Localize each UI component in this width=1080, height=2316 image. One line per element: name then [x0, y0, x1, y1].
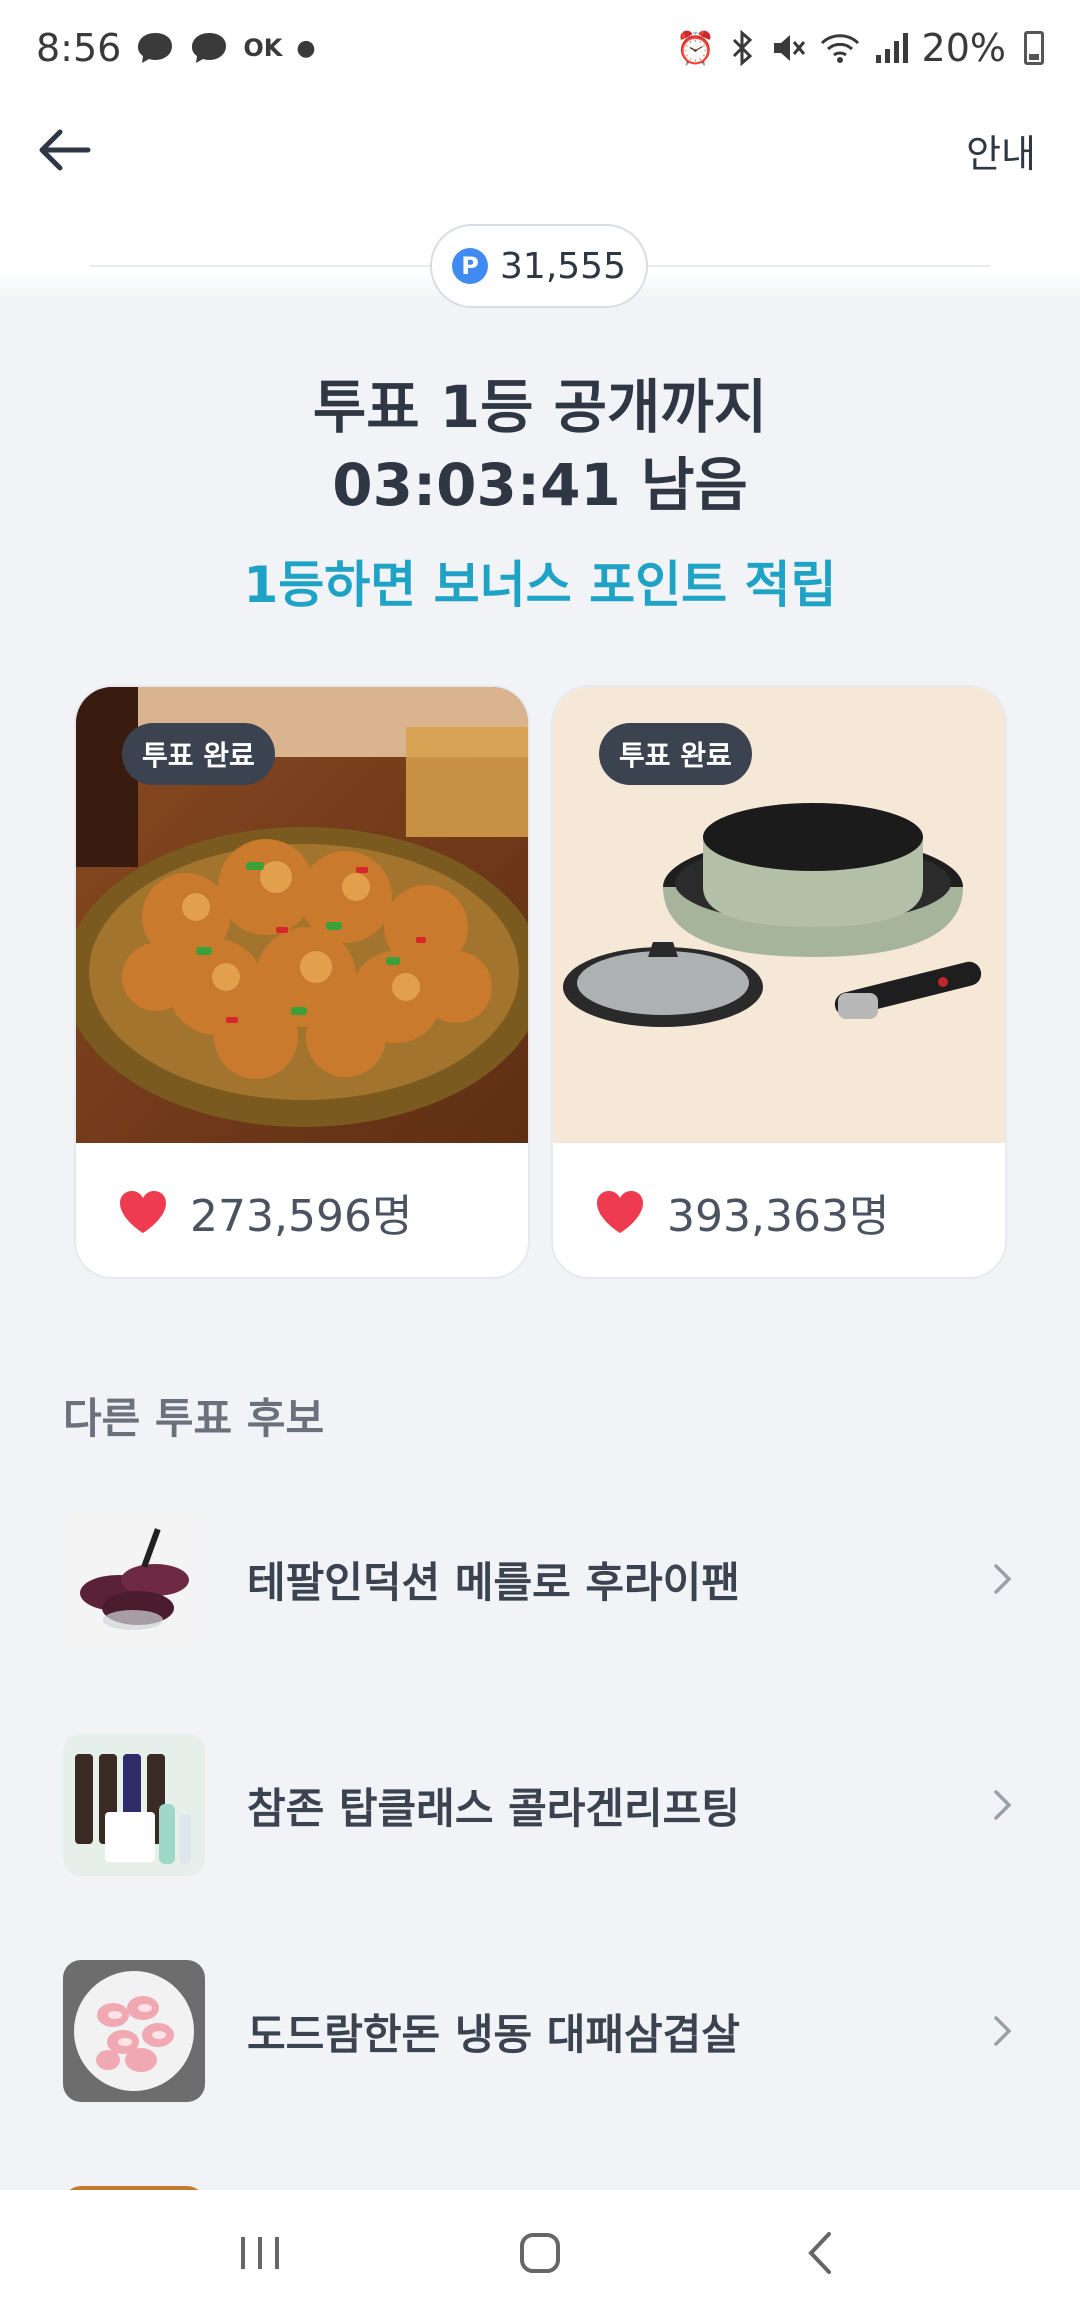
battery-percent: 20% — [921, 26, 1006, 70]
bonus-text: 1등하면 보너스 포인트 적립 — [243, 556, 837, 614]
vote-card-chicken[interactable]: 투표 완료 273,596명 — [74, 685, 530, 1279]
section-title-other-candidates: 다른 투표 후보 — [63, 1394, 325, 1443]
messenger-icon-2 — [192, 33, 227, 63]
dot-icon: ● — [296, 35, 316, 61]
messenger-icon — [138, 33, 173, 63]
guide-button[interactable]: 안내 — [966, 123, 1036, 178]
status-left: 8:56 OK ● — [36, 26, 316, 70]
points-badge[interactable]: P 31,555 — [430, 224, 648, 308]
chevron-right-icon — [983, 1785, 1023, 1825]
candidate-label: 참존 탑클래스 콜라겐리프팅 — [247, 1783, 740, 1833]
vote-count: 393,363명 — [667, 1191, 890, 1242]
system-navigation-bar — [0, 2190, 1080, 2316]
point-icon: P — [452, 248, 489, 284]
vote-complete-badge: 투표 완료 — [599, 723, 752, 785]
chevron-right-icon — [983, 2011, 1023, 2051]
pork-belly-thumbnail — [63, 1960, 205, 2102]
back-arrow-icon[interactable] — [36, 122, 92, 178]
chevron-right-icon — [983, 1559, 1023, 1599]
candidate-item-pork-belly[interactable]: 도드람한돈 냉동 대패삼겹살 — [63, 1960, 1023, 2102]
collagen-thumbnail — [63, 1734, 205, 1876]
heart-icon — [120, 1191, 166, 1233]
vote-card-cookware[interactable]: 투표 완료 393,363명 — [551, 685, 1007, 1279]
home-icon[interactable] — [495, 2208, 585, 2298]
status-right: ⏰ 20% — [676, 26, 1044, 70]
heart-icon — [597, 1191, 643, 1233]
bluetooth-icon — [732, 30, 752, 66]
ok-cashbag-icon: OK — [243, 34, 283, 62]
signal-icon — [875, 33, 908, 63]
candidate-label: 도드람한돈 냉동 대패삼겹살 — [247, 2009, 740, 2059]
clock: 8:56 — [36, 26, 122, 70]
candidate-item-fry-pan[interactable]: 테팔인덕션 메를로 후라이팬 — [63, 1508, 1023, 1650]
vote-count-row: 393,363명 — [553, 1143, 1005, 1277]
candidate-item-collagen[interactable]: 참존 탑클래스 콜라겐리프팅 — [63, 1734, 1023, 1876]
alarm-icon: ⏰ — [675, 29, 716, 67]
recent-apps-icon[interactable] — [215, 2208, 305, 2298]
fry-pan-thumbnail — [63, 1508, 205, 1650]
nav-bar: 안내 — [0, 110, 1080, 190]
battery-icon — [1024, 31, 1044, 65]
candidate-label: 테팔인덕션 메를로 후라이팬 — [247, 1557, 740, 1607]
mute-icon — [773, 35, 805, 61]
vote-count: 273,596명 — [190, 1191, 413, 1242]
countdown-timer: 03:03:41 남음 — [332, 451, 748, 519]
status-bar: 8:56 OK ● ⏰ 20% — [0, 0, 1080, 96]
vote-count-row: 273,596명 — [76, 1143, 528, 1277]
wifi-icon — [820, 34, 859, 63]
back-icon[interactable] — [775, 2208, 865, 2298]
headline-line1: 투표 1등 공개까지 — [312, 373, 768, 441]
vote-complete-badge: 투표 완료 — [122, 723, 275, 785]
points-value: 31,555 — [500, 245, 626, 287]
countdown-headline: 투표 1등 공개까지 03:03:41 남음 — [0, 368, 1080, 524]
